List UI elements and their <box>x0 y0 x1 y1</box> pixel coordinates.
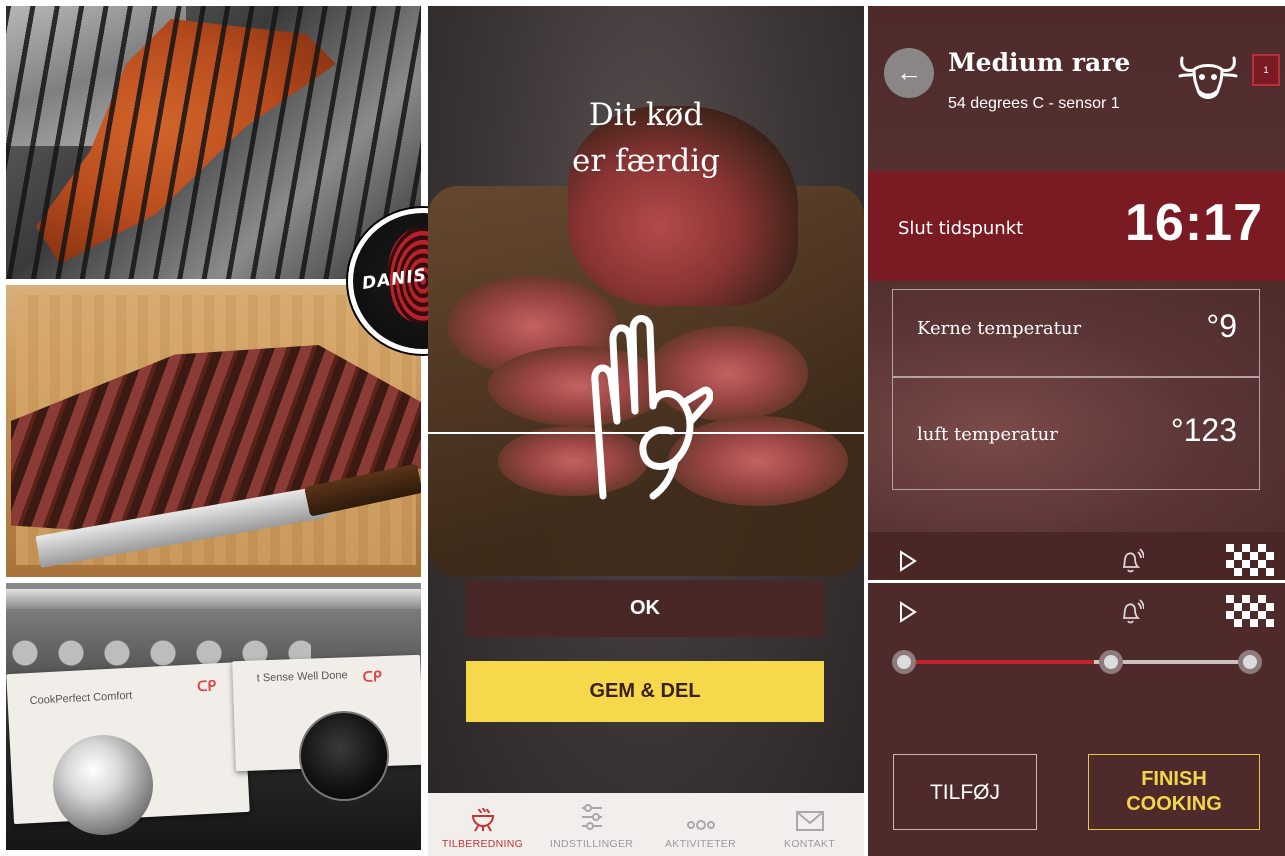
ok-button[interactable]: OK <box>466 580 824 637</box>
photo-marinated-meat <box>6 6 421 279</box>
play-icon[interactable] <box>898 550 918 572</box>
save-share-button[interactable]: GEM & DEL <box>466 661 824 722</box>
checkered-flag-icon[interactable] <box>1226 544 1274 578</box>
core-temp-box: Kerne temperatur °9 <box>892 289 1260 377</box>
add-alarm-button[interactable]: TILFØJ ALARM <box>893 754 1037 830</box>
cooking-progress-slider[interactable] <box>892 650 1262 674</box>
nav-kontakt[interactable]: KONTAKT <box>755 793 864 856</box>
bottom-nav: TILBEREDNING INDSTILLINGER AKTIVITETER K… <box>428 793 864 856</box>
slider-current-handle[interactable] <box>1099 650 1124 674</box>
grill-icon <box>471 807 494 832</box>
nav-indstillinger[interactable]: INDSTILLINGER <box>537 793 646 856</box>
photo-sliced-meat <box>6 285 421 577</box>
product-box-title: CookPerfect Comfort <box>29 689 133 708</box>
activity-icon <box>686 820 715 830</box>
air-temp-value: °123 <box>1170 412 1237 448</box>
app-screen-done: Dit kød er færdig <box>428 6 864 856</box>
grill-handle <box>6 589 421 609</box>
end-time-bar: Slut tidspunkt 16:17 <box>868 171 1285 281</box>
cow-icon <box>1178 56 1238 99</box>
ok-hand-icon <box>591 315 713 500</box>
control-row <box>868 580 1285 640</box>
photo-product-boxes: CookPerfect Comfort ᑕᑭ t Sense Well Done… <box>6 583 421 850</box>
alarm-bell-icon[interactable] <box>1116 546 1144 574</box>
done-heading-line1: Dit kød <box>588 97 704 133</box>
grill-grate <box>6 6 421 279</box>
sensor-tag[interactable]: 1 <box>1252 54 1280 86</box>
alarm-bell-icon[interactable] <box>1116 597 1144 625</box>
doneness-title: Medium rare <box>948 48 1131 77</box>
done-heading-line2: er færdig <box>571 143 721 179</box>
product-box-title: t Sense Well Done <box>256 669 348 685</box>
slider-start-handle[interactable] <box>892 650 916 674</box>
end-time-value: 16:17 <box>1125 194 1263 252</box>
nav-label: AKTIVITETER <box>665 838 736 850</box>
nav-aktiviteter[interactable]: AKTIVITETER <box>646 793 755 856</box>
nav-tilberedning[interactable]: TILBEREDNING <box>428 793 537 856</box>
done-heading: Dit kød er færdig <box>428 92 864 184</box>
nav-label: KONTAKT <box>784 838 835 850</box>
back-arrow-icon[interactable]: ← <box>884 48 934 98</box>
cooking-header: ← Medium rare 54 degrees C - sensor 1 1 <box>868 6 1285 171</box>
progress-fill <box>904 660 1095 664</box>
app-screen-cooking: ← Medium rare 54 degrees C - sensor 1 1 … <box>868 6 1285 856</box>
nav-label: INDSTILLINGER <box>549 838 634 850</box>
mail-icon <box>795 811 824 831</box>
end-time-label: Slut tidspunkt <box>898 218 1024 239</box>
core-temp-value: °9 <box>1206 308 1237 344</box>
air-temp-label: luft temperatur <box>917 424 1058 445</box>
thermometer-silver <box>53 735 153 835</box>
core-temp-label: Kerne temperatur <box>917 318 1082 339</box>
cookperfect-logo-icon: ᑕᑭ <box>196 677 217 695</box>
sliders-icon <box>581 804 602 830</box>
target-subtitle: 54 degrees C - sensor 1 <box>948 95 1120 112</box>
checkered-flag-icon[interactable] <box>1226 595 1274 629</box>
air-temp-box: luft temperatur °123 <box>892 377 1260 490</box>
thermometer-black <box>299 711 389 801</box>
finish-cooking-button[interactable]: FINISH COOKING <box>1088 754 1260 830</box>
cookperfect-logo-icon: ᑕᑭ <box>362 668 383 685</box>
nav-label: TILBEREDNING <box>441 838 524 850</box>
play-icon[interactable] <box>898 601 918 623</box>
slider-end-handle[interactable] <box>1238 650 1262 674</box>
